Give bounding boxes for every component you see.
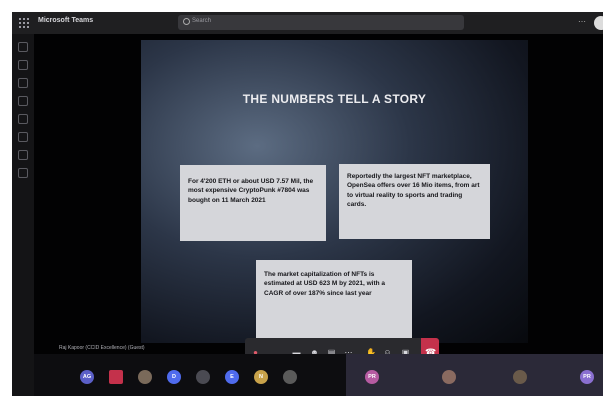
app-title: Microsoft Teams: [38, 17, 94, 24]
meeting-stage: THE NUMBERS TELL A STORY For 4'200 ETH o…: [34, 34, 603, 368]
apps-icon[interactable]: [18, 150, 28, 160]
participant-avatar[interactable]: [138, 370, 152, 384]
help-icon[interactable]: [18, 168, 28, 178]
search-input[interactable]: Search: [178, 15, 464, 30]
participant-avatar[interactable]: PR: [580, 370, 594, 384]
slide-card-market-cap: The market capitalization of NFTs is est…: [256, 260, 412, 340]
slide-title: THE NUMBERS TELL A STORY: [242, 92, 427, 106]
search-icon: [183, 18, 190, 25]
teams-window: Microsoft Teams Search ⋯ THE NUMBERS TEL…: [12, 12, 603, 396]
left-app-rail: [12, 34, 34, 396]
participant-avatar[interactable]: [196, 370, 210, 384]
presenter-label: Raj Kapoor (CCID Excellence) (Guest): [59, 345, 145, 351]
participant-avatar[interactable]: D: [167, 370, 181, 384]
participant-avatar[interactable]: N: [254, 370, 268, 384]
slide-card-cryptopunk: For 4'200 ETH or about USD 7.57 Mil, the…: [180, 165, 326, 241]
shared-slide: THE NUMBERS TELL A STORY For 4'200 ETH o…: [141, 40, 528, 343]
participant-strip: AG D E N PR PR: [34, 354, 603, 396]
participant-avatar[interactable]: [283, 370, 297, 384]
teams-icon[interactable]: [18, 78, 28, 88]
participant-avatar[interactable]: E: [225, 370, 239, 384]
calendar-icon[interactable]: [18, 96, 28, 106]
files-icon[interactable]: [18, 132, 28, 142]
participant-avatar[interactable]: [109, 370, 123, 384]
slide-card-opensea: Reportedly the largest NFT marketplace, …: [339, 164, 490, 239]
participant-tiles: [346, 354, 603, 396]
app-launcher-icon[interactable]: [19, 18, 29, 28]
user-avatar[interactable]: [594, 16, 603, 30]
title-bar: Microsoft Teams Search ⋯: [12, 12, 603, 34]
chat-icon[interactable]: [18, 60, 28, 70]
search-placeholder: Search: [192, 18, 212, 24]
activity-icon[interactable]: [18, 42, 28, 52]
calls-icon[interactable]: [18, 114, 28, 124]
participant-avatar[interactable]: PR: [365, 370, 379, 384]
participant-avatar[interactable]: [513, 370, 527, 384]
participant-avatar[interactable]: [442, 370, 456, 384]
more-options-icon[interactable]: ⋯: [578, 17, 586, 26]
participant-avatar[interactable]: AG: [80, 370, 94, 384]
